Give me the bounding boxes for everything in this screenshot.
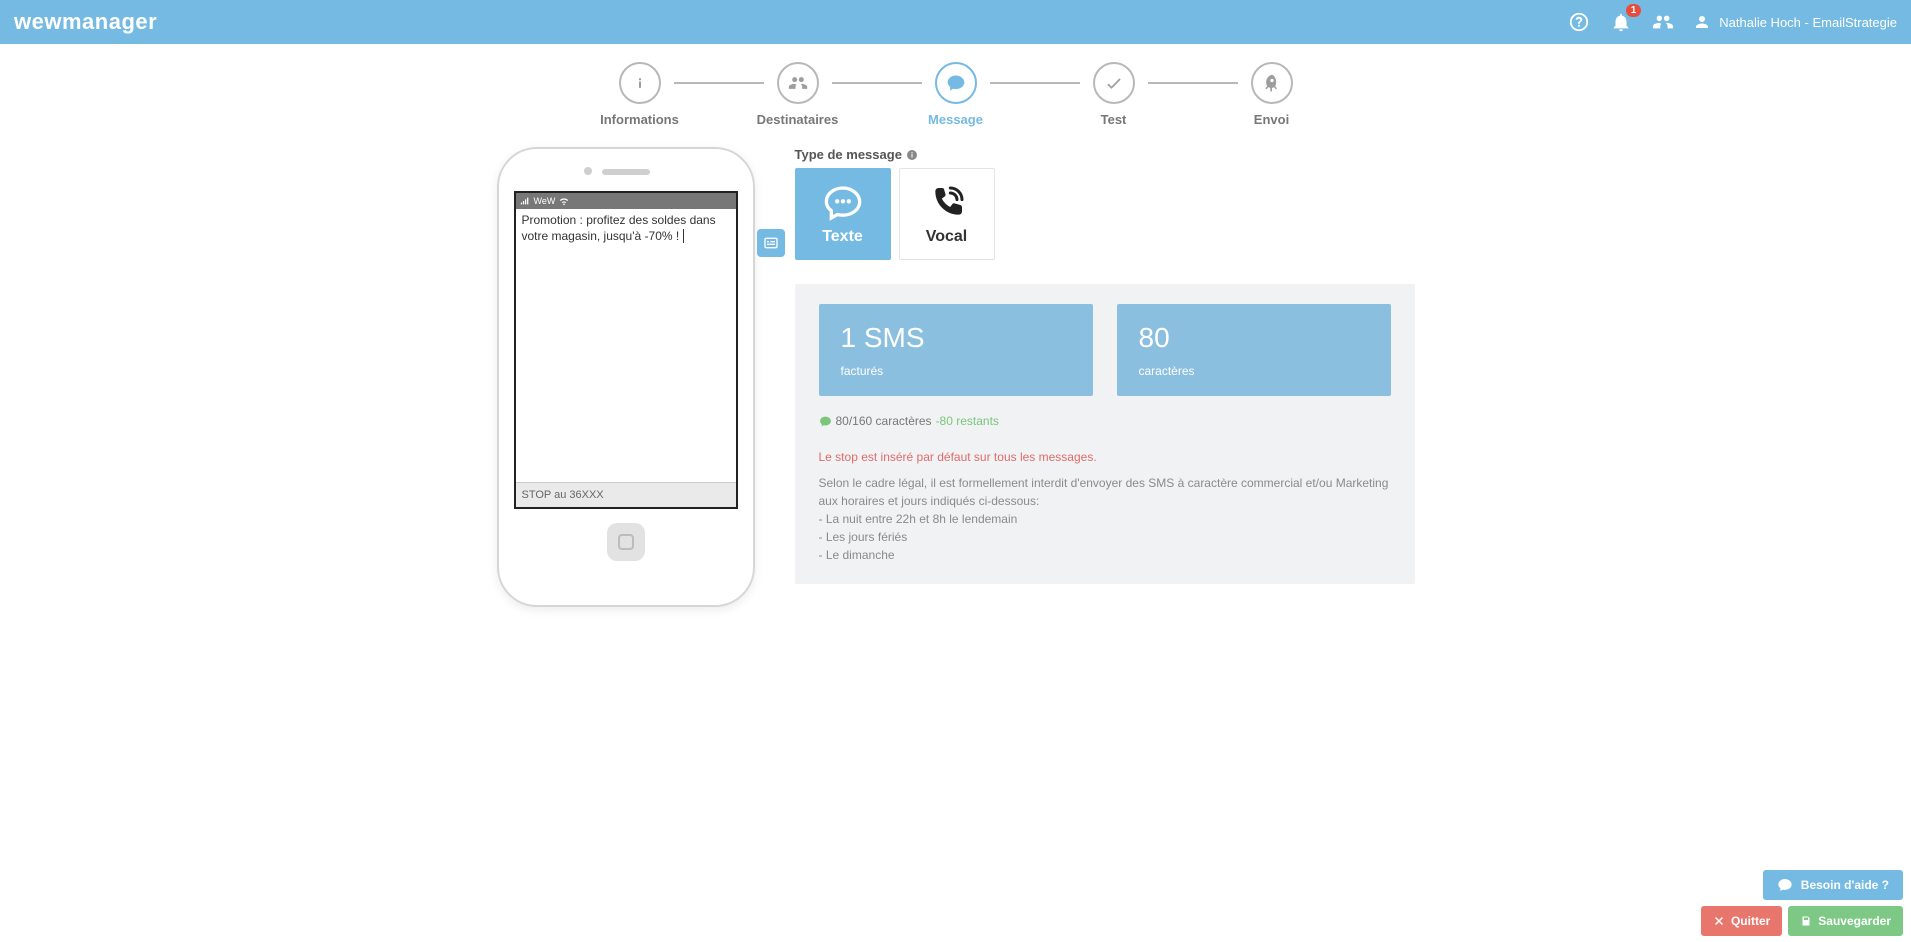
legal-line-2: - Les jours fériés [819,528,1391,546]
phone-camera [584,167,592,175]
stepper: Informations Destinataires Message Test [0,44,1911,137]
phone-screen: WeW Promotion : profitez des soldes dans… [514,191,738,509]
user-avatar-icon [1693,13,1711,31]
legal-text: Selon le cadre légal, il est formellemen… [819,474,1391,564]
sms-message-text: Promotion : profitez des soldes dans vot… [522,213,716,243]
config-column: Type de message Texte Vocal 1 SMS [795,147,1415,607]
legal-line-1: - La nuit entre 22h et 8h le lendemain [819,510,1391,528]
help-chat-icon [1777,877,1793,893]
sms-message-input[interactable]: Promotion : profitez des soldes dans vot… [516,209,736,483]
char-count-sub: caractères [1139,364,1369,378]
close-icon [1713,915,1725,927]
step-destinataires[interactable]: Destinataires [728,62,868,127]
phone-speaker [602,169,650,175]
signal-icon [520,196,530,206]
message-type-texte[interactable]: Texte [795,168,891,260]
legal-intro: Selon le cadre légal, il est formellemen… [819,474,1391,510]
type-label: Texte [822,228,863,246]
quit-button[interactable]: Quitter [1701,906,1782,936]
sms-count-sub: facturés [841,364,1071,378]
phone-mockup: WeW Promotion : profitez des soldes dans… [497,147,755,607]
footer-buttons: Quitter Sauvegarder [1701,906,1903,936]
legal-line-3: - Le dimanche [819,546,1391,564]
message-type-vocal[interactable]: Vocal [899,168,995,260]
message-type-selector: Texte Vocal [795,168,1415,260]
save-label: Sauvegarder [1818,914,1891,928]
app-logo: wewmanager [14,9,157,35]
help-label: Besoin d'aide ? [1801,878,1889,892]
char-main: 80/160 caractères [836,414,932,428]
phone-statusbar: WeW [516,193,736,209]
help-pill[interactable]: Besoin d'aide ? [1763,870,1903,900]
char-remaining-line: 80/160 caractères -80 restants [819,414,1391,428]
save-icon [1800,915,1812,927]
phone-home-button [607,523,645,561]
bell-icon[interactable]: 1 [1609,10,1633,34]
chat-small-icon [819,415,832,428]
contacts-icon[interactable] [1651,10,1675,34]
message-icon [946,73,966,93]
users-icon [788,73,808,93]
save-button[interactable]: Sauvegarder [1788,906,1903,936]
quit-label: Quitter [1731,914,1770,928]
rocket-icon [1262,73,1282,93]
user-name: Nathalie Hoch - EmailStrategie [1719,15,1897,30]
help-icon[interactable] [1567,10,1591,34]
phone-vocal-icon [926,182,968,224]
char-count-value: 80 [1139,322,1369,354]
info-icon [630,73,650,93]
stats-panel: 1 SMS facturés 80 caractères 80/160 cara… [795,284,1415,584]
content-row: WeW Promotion : profitez des soldes dans… [0,137,1911,647]
wifi-icon [559,196,569,206]
app-header: wewmanager 1 Nathalie Hoch - EmailStrate… [0,0,1911,44]
step-informations[interactable]: Informations [570,62,710,127]
step-test[interactable]: Test [1044,62,1184,127]
sms-count-card: 1 SMS facturés [819,304,1093,396]
info-icon[interactable] [906,149,918,161]
check-icon [1104,73,1124,93]
char-rest: -80 restants [936,414,999,428]
header-right: 1 Nathalie Hoch - EmailStrategie [1567,10,1897,34]
step-message[interactable]: Message [886,62,1026,127]
type-label: Vocal [926,228,968,246]
user-menu[interactable]: Nathalie Hoch - EmailStrategie [1693,13,1897,31]
logo-text-1: wew [14,9,62,35]
sms-stop-footer: STOP au 36XXX [516,483,736,507]
logo-text-2: manager [62,9,157,35]
sms-count-value: 1 SMS [841,322,1071,354]
message-type-label: Type de message [795,147,1415,162]
carrier-name: WeW [534,196,556,206]
insert-placeholder-button[interactable] [757,229,785,257]
char-count-card: 80 caractères [1117,304,1391,396]
step-envoi[interactable]: Envoi [1202,62,1342,127]
stop-warning-text: Le stop est inséré par défaut sur tous l… [819,450,1391,464]
phone-preview-column: WeW Promotion : profitez des soldes dans… [497,147,755,607]
chat-bubble-icon [822,182,864,224]
notification-badge: 1 [1626,4,1642,17]
